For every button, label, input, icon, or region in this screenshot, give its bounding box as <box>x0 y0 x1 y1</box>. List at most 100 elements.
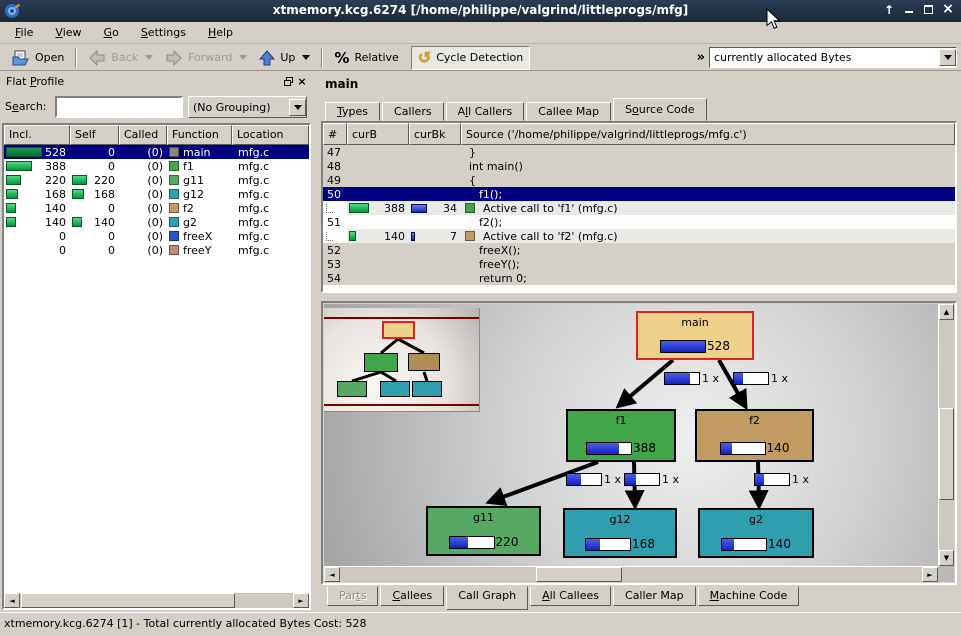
node-label: g12 <box>565 513 675 526</box>
column-header-function[interactable]: Function <box>167 125 232 145</box>
node-cost-bar <box>586 442 632 455</box>
scroll-up-button[interactable]: ▲ <box>939 304 954 320</box>
event-type-combobox[interactable]: currently allocated Bytes <box>709 47 957 68</box>
tab-callers[interactable]: Callers <box>382 102 444 121</box>
flat-profile-row[interactable]: 5280(0)mainmfg.c <box>4 145 309 159</box>
tab-callee-map[interactable]: Callee Map <box>526 102 611 121</box>
tab-machine-code[interactable]: Machine Code <box>698 586 800 606</box>
forward-dropdown-icon <box>239 55 247 60</box>
column-header-self[interactable]: Self <box>70 125 119 145</box>
location-cell: mfg.c <box>232 173 309 187</box>
location-value: mfg.c <box>232 216 269 229</box>
tab-all-callers[interactable]: All Callers <box>446 102 525 121</box>
menu-help[interactable]: Help <box>199 24 242 41</box>
menu-settings[interactable]: Settings <box>132 24 195 41</box>
flat-profile-row[interactable]: 140140(0)g2mfg.c <box>4 215 309 229</box>
scroll-left-button[interactable]: ◄ <box>324 567 340 582</box>
tab-types[interactable]: Types <box>325 102 380 121</box>
call-graph-canvas[interactable]: main528f1388f2140g11220g12168g2140 1 x1 … <box>324 304 954 582</box>
graph-overview-minimap[interactable] <box>324 308 480 412</box>
node-label: f2 <box>697 414 812 427</box>
flat-profile-row[interactable]: 220220(0)g11mfg.c <box>4 173 309 187</box>
curbk-value: 7 <box>415 230 461 243</box>
source-column-header-0[interactable]: # <box>323 123 347 145</box>
graph-node-g12[interactable]: g12 168 <box>563 508 677 558</box>
source-line-row[interactable]: 47} <box>323 145 955 159</box>
scroll-thumb[interactable] <box>536 567 622 582</box>
flat-profile-hscrollbar[interactable]: ◄ ► <box>4 592 309 608</box>
line-number-cell: 48 <box>323 159 347 173</box>
column-header-location[interactable]: Location <box>232 125 309 145</box>
source-column-header-1[interactable]: curB <box>347 123 409 145</box>
tab-all-callees[interactable]: All Callees <box>530 586 611 606</box>
tab-callees[interactable]: Callees <box>380 586 444 606</box>
column-header-called[interactable]: Called <box>119 125 167 145</box>
search-input[interactable] <box>55 96 183 118</box>
edge-label-main-f1[interactable]: 1 x <box>664 372 719 385</box>
scroll-right-button[interactable]: ► <box>293 593 309 608</box>
toolbar-overflow-button[interactable]: » <box>693 50 709 65</box>
scroll-thumb[interactable] <box>939 408 954 500</box>
source-line-row[interactable]: 49{ <box>323 173 955 187</box>
source-column-header-2[interactable]: curBk <box>409 123 461 145</box>
cycle-detection-button[interactable]: ↺ Cycle Detection <box>411 46 530 70</box>
graph-node-f1[interactable]: f1388 <box>566 409 676 462</box>
graph-node-main[interactable]: main528 <box>636 311 754 360</box>
event-type-dropdown-button[interactable] <box>939 49 956 66</box>
source-line-row[interactable]: 54return 0; <box>323 271 955 285</box>
dock-float-button[interactable] <box>281 75 295 89</box>
source-code-text: } <box>461 146 476 159</box>
flat-profile-row[interactable]: 00(0)freeYmfg.c <box>4 243 309 257</box>
close-button[interactable]: × <box>940 2 956 18</box>
dock-close-button[interactable]: × <box>295 75 309 89</box>
grouping-dropdown-button[interactable] <box>289 99 306 116</box>
tree-branch-icon <box>326 232 333 241</box>
grouping-combobox[interactable]: (No Grouping) <box>188 96 307 118</box>
up-button[interactable]: Up <box>253 46 316 70</box>
source-line-row[interactable]: 50f1(); <box>323 187 955 201</box>
source-line-row[interactable]: 38834Active call to 'f1' (mfg.c) <box>323 201 955 215</box>
open-button[interactable]: Open <box>6 46 70 70</box>
flat-profile-row[interactable]: 168168(0)g12mfg.c <box>4 187 309 201</box>
shade-button[interactable]: ↑ <box>881 2 897 18</box>
node-cost-value: 168 <box>632 537 655 551</box>
edge-label-main-f2[interactable]: 1 x <box>733 372 788 385</box>
menu-file[interactable]: File <box>6 24 42 41</box>
incl-value: 528 <box>42 146 70 159</box>
edge-label-f1-g12[interactable]: 1 x <box>624 473 679 486</box>
node-cost-bar <box>720 442 766 455</box>
tab-call-graph[interactable]: Call Graph <box>446 586 528 610</box>
source-line-row[interactable]: 48int main() <box>323 159 955 173</box>
source-line-row[interactable]: 52freeX(); <box>323 243 955 257</box>
graph-vscrollbar[interactable]: ▲ ▼ <box>938 304 954 566</box>
incl-cell: 168 <box>4 187 70 201</box>
menu-go[interactable]: Go <box>95 24 128 41</box>
relative-toggle-button[interactable]: % Relative <box>328 46 404 70</box>
scroll-thumb[interactable] <box>21 593 235 608</box>
source-line-row[interactable]: 53freeY(); <box>323 257 955 271</box>
graph-hscrollbar[interactable]: ◄ ► <box>324 566 938 582</box>
tab-caller-map[interactable]: Caller Map <box>613 586 696 606</box>
flat-profile-row[interactable]: 1400(0)f2mfg.c <box>4 201 309 215</box>
scroll-right-button[interactable]: ► <box>922 567 938 582</box>
flat-profile-row[interactable]: 00(0)freeXmfg.c <box>4 229 309 243</box>
graph-node-g2[interactable]: g2140 <box>698 508 814 558</box>
edge-label-f2-g2[interactable]: 1 x <box>754 473 809 486</box>
flat-profile-row[interactable]: 3880(0)f1mfg.c <box>4 159 309 173</box>
minimize-button[interactable] <box>901 2 917 18</box>
tab-source-code[interactable]: Source Code <box>613 98 706 121</box>
horizontal-splitter[interactable] <box>319 293 961 301</box>
graph-node-f2[interactable]: f2140 <box>695 409 814 462</box>
source-line-row[interactable]: 1407Active call to 'f2' (mfg.c) <box>323 229 955 243</box>
scroll-down-button[interactable]: ▼ <box>939 550 954 566</box>
graph-node-g11[interactable]: g11220 <box>426 506 541 556</box>
column-header-incl[interactable]: Incl. <box>4 125 70 145</box>
self-value: 0 <box>70 230 119 243</box>
maximize-button[interactable] <box>920 2 936 18</box>
source-line-row[interactable]: 51f2(); <box>323 215 955 229</box>
location-value: mfg.c <box>232 188 269 201</box>
menu-view[interactable]: View <box>46 24 90 41</box>
source-column-header-3[interactable]: Source ('/home/philippe/valgrind/littlep… <box>461 123 955 145</box>
scroll-left-button[interactable]: ◄ <box>4 593 20 608</box>
edge-label-f1-g11[interactable]: 1 x <box>566 473 621 486</box>
